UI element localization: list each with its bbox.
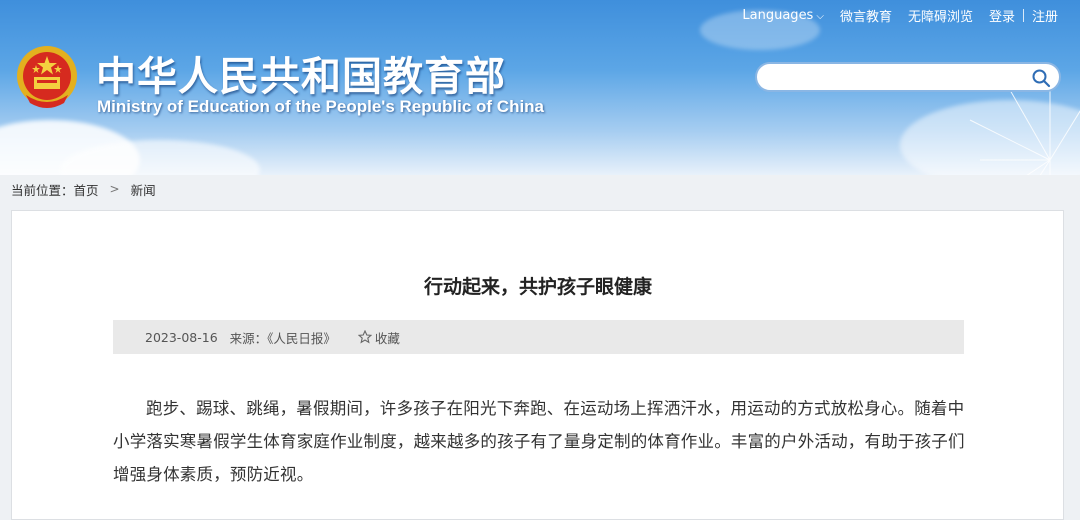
top-utility-bar: Languages ⌵ 微言教育 无障碍浏览 登录 注册 xyxy=(734,6,1066,25)
search-input[interactable] xyxy=(769,67,1023,89)
site-title-en: Ministry of Education of the People's Re… xyxy=(97,97,545,116)
login-link[interactable]: 登录 xyxy=(981,6,1023,25)
favorite-label: 收藏 xyxy=(374,330,400,346)
article-title: 行动起来，共护孩子眼健康 xyxy=(423,276,652,298)
dandelion-decoration xyxy=(969,85,1080,175)
favorite-button[interactable]: 收藏 xyxy=(357,328,400,347)
publish-date: 2023-08-16 xyxy=(145,329,218,345)
register-link[interactable]: 注册 xyxy=(1024,6,1066,25)
article-source: 来源：《人民日报》 xyxy=(229,330,336,346)
site-header: Languages ⌵ 微言教育 无障碍浏览 登录 注册 中华人民共和国教育部 M… xyxy=(0,0,1080,175)
languages-dropdown[interactable]: Languages ⌵ xyxy=(734,8,832,23)
star-outline-icon xyxy=(357,330,372,344)
breadcrumb-home-link[interactable]: 首页 xyxy=(74,180,99,199)
breadcrumb-prefix: 当前位置： xyxy=(11,182,74,198)
article-meta-bar: 2023-08-16 来源：《人民日报》 收藏 xyxy=(113,320,964,354)
weiyan-link[interactable]: 微言教育 xyxy=(832,6,900,25)
article-body-paragraph: 跑步、踢球、跳绳，暑假期间，许多孩子在阳光下奔跑、在运动场上挥洒汗水，用运动的方… xyxy=(113,399,965,484)
breadcrumb: 当前位置： 首页 > 新闻 xyxy=(11,180,156,199)
search-icon[interactable] xyxy=(1031,68,1051,88)
accessible-browsing-link[interactable]: 无障碍浏览 xyxy=(900,6,981,25)
chevron-down-icon: ⌵ xyxy=(816,10,824,22)
languages-label: Languages xyxy=(742,7,814,23)
site-title-cn: 中华人民共和国教育部 xyxy=(96,54,506,100)
search-box xyxy=(755,62,1061,92)
breadcrumb-section-link[interactable]: 新闻 xyxy=(131,180,156,199)
national-emblem-icon xyxy=(17,46,77,108)
chevron-right-icon: > xyxy=(109,182,120,196)
